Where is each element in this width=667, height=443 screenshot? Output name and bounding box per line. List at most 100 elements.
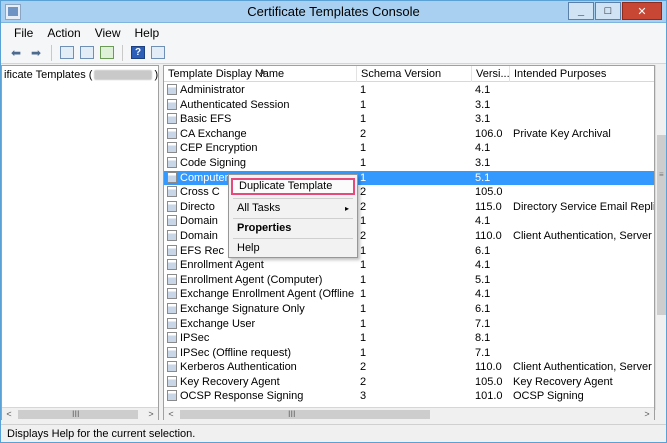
vertical-scrollbar[interactable]: ≡ — [655, 65, 666, 410]
scroll-right-arrow[interactable]: > — [144, 408, 158, 421]
table-row[interactable]: Exchange Enrollment Agent (Offline requ.… — [164, 287, 654, 302]
scroll-left-arrow[interactable]: < — [2, 408, 16, 421]
column-header-purposes[interactable]: Intended Purposes — [510, 66, 654, 82]
close-button[interactable]: ✕ — [622, 2, 662, 20]
table-row[interactable]: Authenticated Session 1 3.1 — [164, 98, 654, 113]
version-cell: 105.0 — [475, 186, 503, 199]
status-bar: Displays Help for the current selection. — [1, 424, 666, 442]
certificate-template-icon — [167, 302, 177, 314]
template-name: Domain — [180, 215, 218, 228]
properties-icon[interactable] — [78, 44, 96, 62]
certificate-template-icon — [167, 375, 177, 387]
show-hide-action-pane-icon[interactable] — [149, 44, 167, 62]
certificate-template-icon — [167, 215, 177, 227]
column-header-name[interactable]: Template Display Name ▲ — [164, 66, 357, 82]
horizontal-scroll-thumb[interactable] — [180, 410, 430, 419]
table-row[interactable]: Exchange User 1 7.1 — [164, 317, 654, 332]
menu-separator — [233, 238, 353, 239]
maximize-button[interactable]: □ — [595, 2, 621, 20]
table-row[interactable]: Administrator 1 4.1 — [164, 83, 654, 98]
template-name: Computer — [180, 171, 229, 184]
certificate-template-icon — [167, 259, 177, 271]
column-header-version[interactable]: Versi... — [472, 66, 510, 82]
intended-purposes-cell: Directory Service Email Replication — [513, 200, 655, 213]
schema-version-cell: 2 — [360, 375, 367, 388]
tree-item-certificate-templates[interactable]: ificate Templates () — [4, 69, 158, 81]
template-name: OCSP Response Signing — [180, 390, 304, 403]
menu-separator — [233, 198, 353, 199]
table-row[interactable]: OCSP Response Signing 3 101.0 OCSP Signing — [164, 389, 654, 404]
toolbar-separator — [51, 44, 52, 61]
table-row[interactable]: Enrollment Agent (Computer) 1 5.1 — [164, 273, 654, 288]
template-name-cell: OCSP Response Signing — [167, 389, 355, 404]
left-horizontal-scrollbar[interactable]: < III > — [2, 407, 158, 421]
toolbar-separator — [122, 44, 123, 61]
intended-purposes-cell: Client Authentication, Server Authentica… — [513, 229, 654, 242]
table-row[interactable]: CA Exchange 2 106.0 Private Key Archival — [164, 127, 654, 142]
scroll-left-arrow[interactable]: < — [164, 408, 178, 421]
template-name-cell: Enrollment Agent (Computer) — [167, 273, 355, 288]
schema-version-cell: 1 — [360, 317, 367, 330]
version-cell: 4.1 — [475, 142, 491, 155]
minimize-button[interactable]: _ — [568, 2, 594, 20]
table-row[interactable]: Kerberos Authentication 2 110.0 Client Auth… — [164, 360, 654, 375]
help-icon[interactable]: ? — [129, 44, 147, 62]
template-name-cell: Code Signing — [167, 156, 355, 171]
schema-version-cell: 1 — [360, 98, 367, 111]
template-name: CA Exchange — [180, 127, 247, 140]
schema-version-cell: 2 — [360, 186, 367, 199]
template-name: Exchange Signature Only — [180, 302, 305, 315]
table-row[interactable]: CEP Encryption 1 4.1 — [164, 141, 654, 156]
scroll-right-arrow[interactable]: > — [640, 408, 654, 421]
version-cell: 4.1 — [475, 215, 491, 228]
console-tree: ificate Templates () — [1, 65, 159, 420]
template-name-cell: CEP Encryption — [167, 141, 355, 156]
show-hide-console-tree-icon[interactable] — [58, 44, 76, 62]
menu-file[interactable]: File — [7, 26, 40, 40]
certificate-template-icon — [167, 127, 177, 139]
export-list-icon[interactable] — [98, 44, 116, 62]
version-cell: 5.1 — [475, 273, 491, 286]
version-cell: 4.1 — [475, 84, 491, 96]
menu-action[interactable]: Action — [40, 26, 87, 40]
menu-item-duplicate-template[interactable]: Duplicate Template — [231, 178, 355, 195]
certificate-template-icon — [167, 156, 177, 168]
table-row[interactable]: Exchange Signature Only 1 6.1 — [164, 302, 654, 317]
menu-view[interactable]: View — [88, 26, 128, 40]
table-row[interactable]: IPSec (Offline request) 1 7.1 — [164, 346, 654, 361]
menu-item-properties[interactable]: Properties — [231, 220, 355, 237]
version-cell: 4.1 — [475, 259, 491, 272]
template-name: IPSec — [180, 332, 210, 345]
table-row[interactable]: Key Recovery Agent 2 105.0 Key Recovery Age… — [164, 375, 654, 390]
table-row[interactable]: Enrollment Agent 1 4.1 — [164, 258, 654, 273]
certificate-template-icon — [167, 332, 177, 344]
version-cell: 7.1 — [475, 317, 491, 330]
table-row[interactable]: Basic EFS 1 3.1 — [164, 112, 654, 127]
certificate-template-icon — [167, 361, 177, 373]
template-name: Code Signing — [180, 156, 247, 169]
scroll-grip: III — [288, 409, 296, 419]
menu-item-all-tasks[interactable]: All Tasks ▸ — [231, 200, 355, 217]
table-row[interactable]: IPSec 1 8.1 — [164, 331, 654, 346]
version-cell: 6.1 — [475, 302, 491, 315]
schema-version-cell: 2 — [360, 200, 367, 213]
certificate-template-icon — [167, 244, 177, 256]
version-cell: 4.1 — [475, 288, 491, 301]
template-name: Exchange User — [180, 317, 256, 330]
template-name: Cross C — [180, 186, 220, 199]
template-name-cell: Exchange Signature Only — [167, 302, 355, 317]
submenu-arrow-icon: ▸ — [344, 204, 349, 213]
window-title: Certificate Templates Console — [247, 4, 420, 19]
intended-purposes-cell: Key Recovery Agent — [513, 375, 613, 388]
vertical-scroll-thumb[interactable] — [657, 135, 666, 315]
template-name-cell: Exchange User — [167, 317, 355, 332]
intended-purposes-cell: Private Key Archival — [513, 127, 611, 140]
menu-item-help[interactable]: Help — [231, 240, 355, 257]
forward-arrow-icon[interactable]: ➡ — [27, 44, 45, 62]
back-arrow-icon[interactable]: ⬅ — [7, 44, 25, 62]
table-row[interactable]: Code Signing 1 3.1 — [164, 156, 654, 171]
menu-help[interactable]: Help — [128, 26, 167, 40]
column-header-schema[interactable]: Schema Version — [357, 66, 472, 82]
right-horizontal-scrollbar[interactable]: < III > — [164, 407, 654, 421]
title-bar[interactable]: Certificate Templates Console _ □ ✕ — [1, 1, 666, 23]
